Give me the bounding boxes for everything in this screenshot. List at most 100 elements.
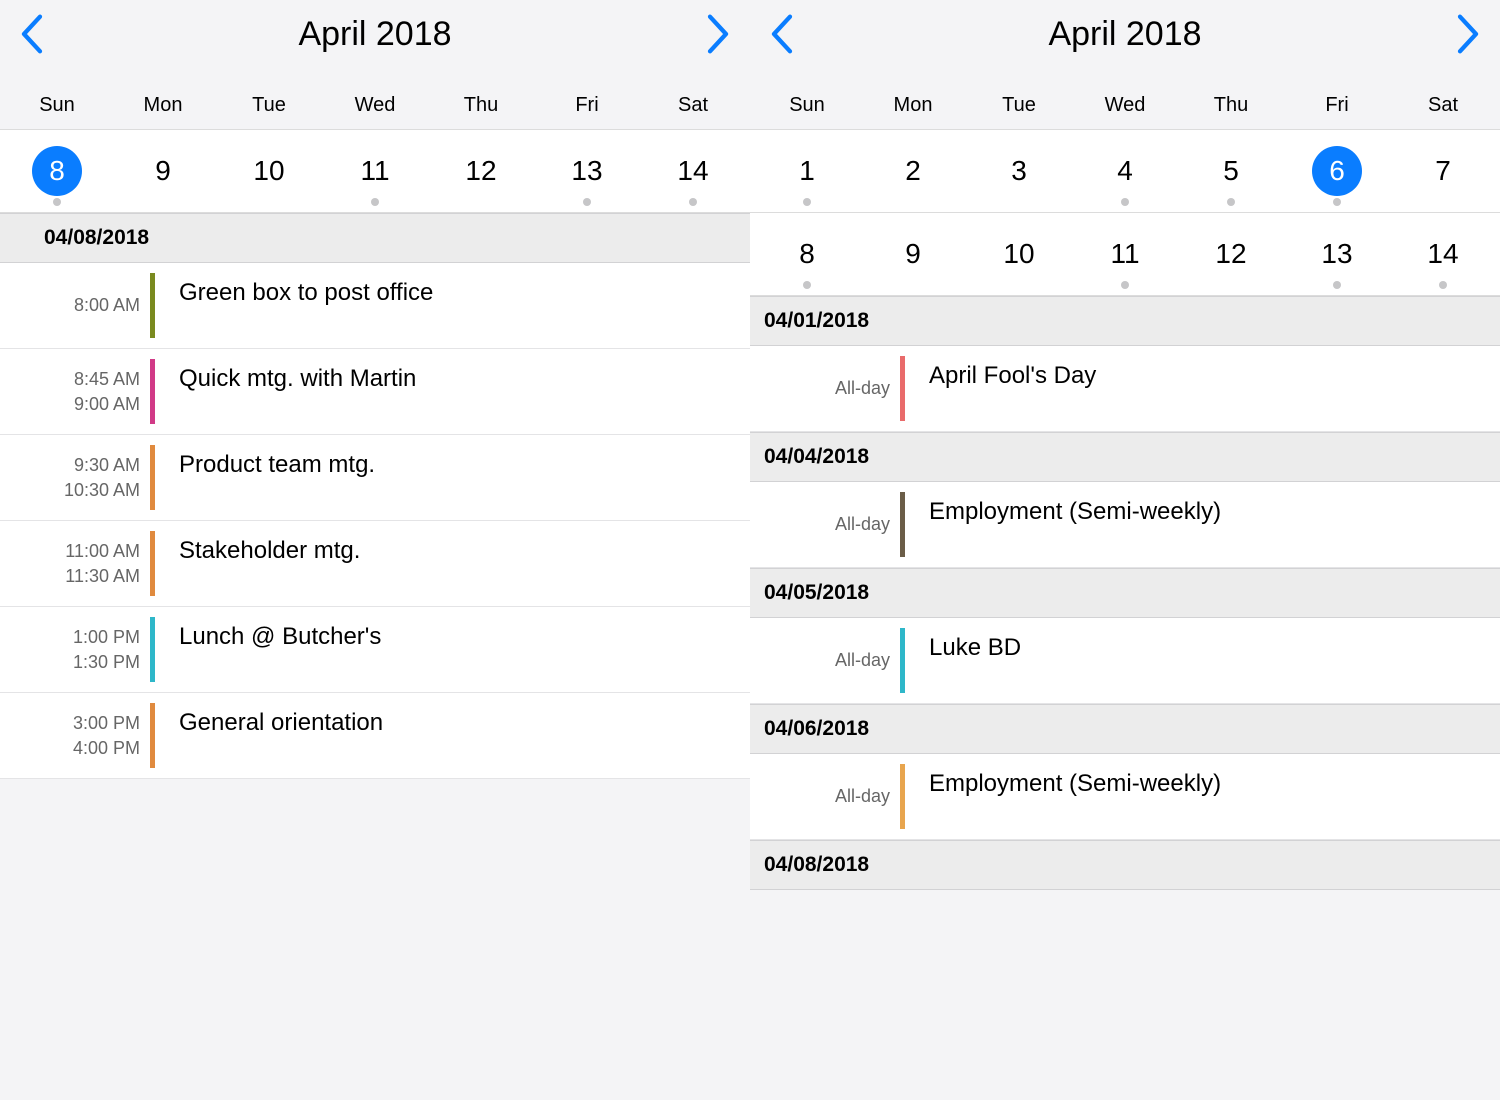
agenda-list[interactable]: 04/01/2018All-dayApril Fool's Day04/04/2… [750, 296, 1500, 1100]
date-section-header: 04/08/2018 [750, 840, 1500, 890]
event-start-time: 3:00 PM [73, 713, 140, 734]
event-time: 3:00 PM4:00 PM [0, 693, 150, 778]
day-number: 12 [1206, 229, 1256, 279]
event-row[interactable]: 8:45 AM 9:00 AM Quick mtg. with Martin [0, 349, 750, 435]
event-time: All-day [750, 346, 900, 431]
day-cell[interactable]: 8 [754, 213, 860, 295]
event-row[interactable]: 9:30 AM10:30 AMProduct team mtg. [0, 435, 750, 521]
event-row[interactable]: All-dayApril Fool's Day [750, 346, 1500, 432]
agenda-list[interactable]: 04/08/20188:00 AMGreen box to post offic… [0, 213, 750, 1100]
day-cell[interactable]: 12 [1178, 213, 1284, 295]
day-number: 4 [1100, 146, 1150, 196]
day-cell[interactable]: 10 [216, 130, 322, 212]
day-cell[interactable]: 13 [1284, 213, 1390, 295]
event-end-time: 9:00 AM [74, 394, 140, 415]
day-cell[interactable]: 6 [1284, 130, 1390, 212]
week-row: 89 10 11 12 13 14 [750, 213, 1500, 296]
day-number: 10 [244, 146, 294, 196]
next-month-button[interactable] [1456, 14, 1480, 54]
event-dot-icon [689, 198, 697, 206]
event-title: Green box to post office [155, 263, 750, 348]
day-cell[interactable]: 11 [322, 130, 428, 212]
event-time: 8:45 AM 9:00 AM [0, 349, 150, 434]
day-number: 13 [1312, 229, 1362, 279]
chevron-left-icon [770, 14, 794, 54]
event-title: Product team mtg. [155, 435, 750, 520]
event-time: All-day [750, 482, 900, 567]
weekday-header-cell: Fri [1284, 64, 1390, 129]
event-dot-icon [803, 198, 811, 206]
chevron-left-icon [20, 14, 44, 54]
day-number: 1 [782, 146, 832, 196]
day-cell[interactable]: 7 [1390, 130, 1496, 212]
event-row[interactable]: All-dayEmployment (Semi-weekly) [750, 754, 1500, 840]
event-end-time: 11:30 AM [65, 566, 140, 587]
day-cell[interactable]: 11 [1072, 213, 1178, 295]
event-row[interactable]: 1:00 PM1:30 PMLunch @ Butcher's [0, 607, 750, 693]
weekday-header-cell: Mon [110, 64, 216, 129]
day-cell[interactable]: 8 [4, 130, 110, 212]
event-start-time: 11:00 AM [65, 541, 140, 562]
day-number: 3 [994, 146, 1044, 196]
day-number: 11 [1100, 229, 1150, 279]
day-number: 8 [32, 146, 82, 196]
day-cell[interactable]: 13 [534, 130, 640, 212]
day-cell[interactable]: 14 [640, 130, 746, 212]
event-start-time: 8:45 AM [74, 369, 140, 390]
weekday-header-cell: Sun [4, 64, 110, 129]
event-time: 9:30 AM10:30 AM [0, 435, 150, 520]
weekday-header-cell: Fri [534, 64, 640, 129]
event-time: 1:00 PM1:30 PM [0, 607, 150, 692]
day-number: 10 [994, 229, 1044, 279]
day-number: 9 [888, 229, 938, 279]
day-cell[interactable]: 3 [966, 130, 1072, 212]
event-title: Quick mtg. with Martin [155, 349, 750, 434]
day-cell[interactable]: 14 [1390, 213, 1496, 295]
event-row[interactable]: All-dayLuke BD [750, 618, 1500, 704]
weekday-header-cell: Sat [640, 64, 746, 129]
event-dot-icon [1439, 281, 1447, 289]
weekday-header-cell: Sun [754, 64, 860, 129]
next-month-button[interactable] [706, 14, 730, 54]
weekday-headers: SunMonTueWedThuFriSat [750, 64, 1500, 129]
day-cell[interactable]: 9 [110, 130, 216, 212]
day-cell[interactable]: 12 [428, 130, 534, 212]
calendar-header: April 2018 [750, 0, 1500, 64]
event-time: All-day [750, 618, 900, 703]
event-dot-icon [1121, 198, 1129, 206]
day-cell[interactable]: 9 [860, 213, 966, 295]
prev-month-button[interactable] [770, 14, 794, 54]
event-dot-icon [803, 281, 811, 289]
weekday-header-cell: Thu [1178, 64, 1284, 129]
weekday-header-cell: Wed [322, 64, 428, 129]
event-end-time: 1:30 PM [73, 652, 140, 673]
day-cell[interactable]: 2 [860, 130, 966, 212]
event-title: Stakeholder mtg. [155, 521, 750, 606]
calendar-pane-left: April 2018 SunMonTueWedThuFriSat 8910111… [0, 0, 750, 1100]
date-section-header: 04/05/2018 [750, 568, 1500, 618]
day-cell[interactable]: 1 [754, 130, 860, 212]
event-start-time: 8:00 AM [74, 295, 140, 316]
event-row[interactable]: 3:00 PM4:00 PMGeneral orientation [0, 693, 750, 779]
day-number: 2 [888, 146, 938, 196]
event-title: General orientation [155, 693, 750, 778]
prev-month-button[interactable] [20, 14, 44, 54]
day-cell[interactable]: 10 [966, 213, 1072, 295]
event-row[interactable]: 11:00 AM 11:30 AM Stakeholder mtg. [0, 521, 750, 607]
event-time: 11:00 AM 11:30 AM [0, 521, 150, 606]
event-dot-icon [53, 198, 61, 206]
event-title: April Fool's Day [905, 346, 1500, 431]
week-row: 1 2 3 4 567 [750, 129, 1500, 213]
day-number: 14 [668, 146, 718, 196]
day-number: 9 [138, 146, 188, 196]
day-cell[interactable]: 5 [1178, 130, 1284, 212]
event-row[interactable]: All-dayEmployment (Semi-weekly) [750, 482, 1500, 568]
weekday-header-cell: Thu [428, 64, 534, 129]
day-number: 5 [1206, 146, 1256, 196]
event-start-time: All-day [835, 786, 890, 807]
event-title: Employment (Semi-weekly) [905, 482, 1500, 567]
day-number: 14 [1418, 229, 1468, 279]
event-title: Luke BD [905, 618, 1500, 703]
day-cell[interactable]: 4 [1072, 130, 1178, 212]
event-row[interactable]: 8:00 AM Green box to post office [0, 263, 750, 349]
